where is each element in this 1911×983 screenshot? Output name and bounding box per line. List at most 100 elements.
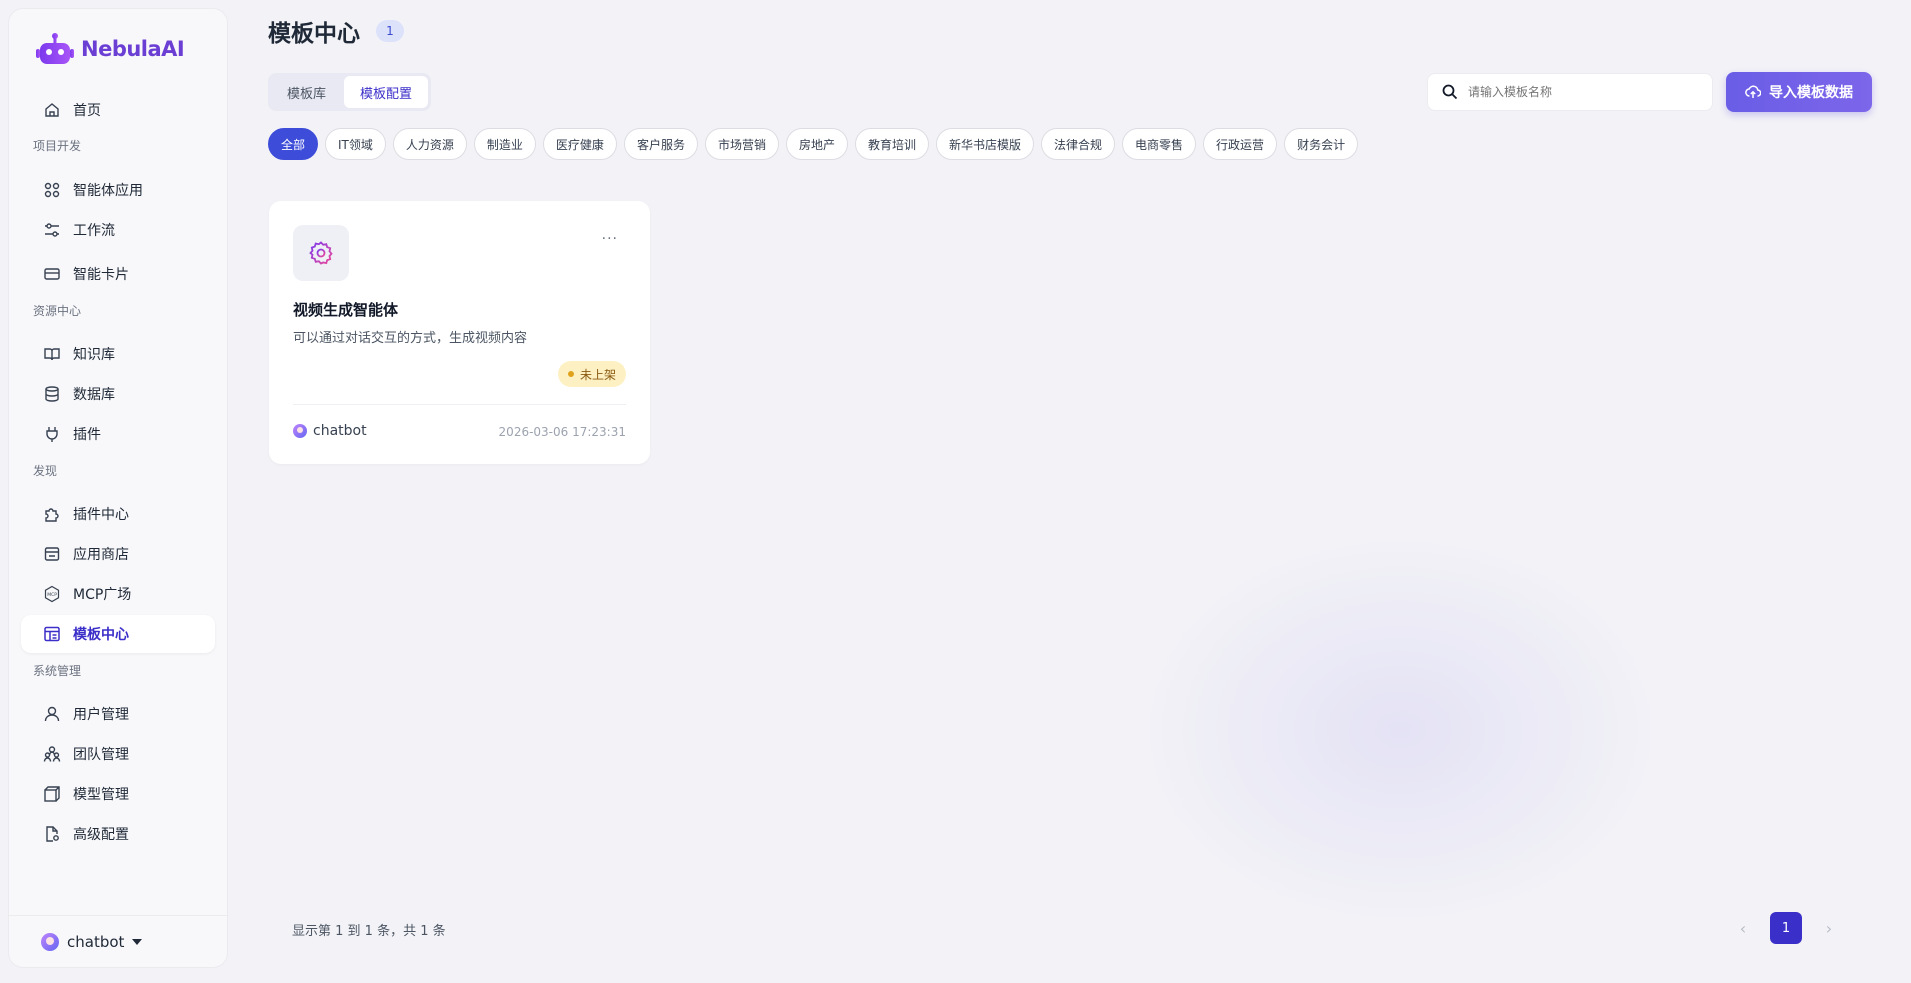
prev-page-icon[interactable]: ‹	[1736, 919, 1750, 938]
cube-icon	[43, 785, 61, 803]
sidebar-item-label: 插件	[73, 427, 101, 443]
import-button[interactable]: 导入模板数据	[1726, 72, 1872, 112]
sidebar-item-plugins[interactable]: 插件	[21, 415, 215, 453]
home-icon	[43, 101, 61, 119]
sidebar-item-plugin-center[interactable]: 插件中心	[21, 495, 215, 533]
sidebar-item-label: 应用商店	[73, 547, 129, 563]
pagination-summary: 显示第 1 到 1 条，共 1 条	[292, 924, 446, 939]
chip-marketing[interactable]: 市场营销	[704, 128, 779, 160]
card-title: 视频生成智能体	[293, 301, 399, 319]
count-badge: 1	[376, 20, 404, 42]
chip-customer-service[interactable]: 客户服务	[623, 128, 698, 160]
grid-icon	[43, 181, 61, 199]
section-label-resources: 资源中心	[33, 304, 82, 318]
sidebar: NebulaAI 首页 项目开发 智能体应用 工作流 智能卡片 资源中心 知识库…	[9, 9, 227, 967]
chip-healthcare[interactable]: 医疗健康	[542, 128, 617, 160]
tab-group: 模板库 模板配置	[268, 73, 432, 111]
brand-logo[interactable]: NebulaAI	[35, 27, 185, 71]
owner-name: chatbot	[313, 423, 367, 439]
tab-template-library[interactable]: 模板库	[271, 76, 342, 108]
card-description: 可以通过对话交互的方式，生成视频内容	[293, 331, 528, 346]
sidebar-item-advanced-config[interactable]: 高级配置	[21, 815, 215, 853]
sidebar-item-model-management[interactable]: 模型管理	[21, 775, 215, 813]
sidebar-item-label: MCP广场	[73, 587, 132, 603]
card-thumbnail	[293, 225, 349, 281]
sidebar-item-label: 插件中心	[73, 507, 129, 523]
template-card[interactable]: ··· 视频生成智能体 可以通过对话交互的方式，生成视频内容 未上架 chatb…	[269, 201, 650, 464]
sidebar-item-smart-cards[interactable]: 智能卡片	[21, 255, 215, 293]
sidebar-item-knowledge[interactable]: 知识库	[21, 335, 215, 373]
chip-all[interactable]: 全部	[268, 128, 319, 160]
puzzle-icon	[43, 505, 61, 523]
sidebar-item-workflow[interactable]: 工作流	[21, 211, 215, 249]
cloud-upload-icon	[1745, 85, 1761, 98]
status-badge: 未上架	[557, 361, 626, 387]
search-icon	[1442, 84, 1458, 100]
sidebar-item-label: 智能体应用	[73, 183, 143, 199]
user-icon	[43, 705, 61, 723]
chip-legal[interactable]: 法律合规	[1041, 128, 1116, 160]
pagination: ‹ 1 ›	[1736, 912, 1836, 944]
chip-real-estate[interactable]: 房地产	[785, 128, 848, 160]
user-name: chatbot	[67, 932, 125, 951]
background-glow	[1120, 520, 1680, 940]
status-dot-icon	[567, 371, 574, 377]
sidebar-item-label: 团队管理	[73, 747, 129, 763]
page-number-button[interactable]: 1	[1770, 912, 1802, 944]
sliders-icon	[43, 221, 61, 239]
chip-admin-ops[interactable]: 行政运营	[1203, 128, 1278, 160]
search-input[interactable]	[1468, 85, 1688, 99]
gear-icon	[309, 241, 333, 265]
import-button-label: 导入模板数据	[1769, 85, 1853, 101]
template-icon	[43, 625, 61, 643]
database-icon	[43, 385, 61, 403]
caret-down-icon	[132, 938, 143, 945]
next-page-icon[interactable]: ›	[1822, 919, 1836, 938]
sidebar-item-label: 用户管理	[73, 707, 129, 723]
chip-it[interactable]: IT领域	[325, 128, 386, 160]
store-icon	[43, 545, 61, 563]
section-label-discover: 发现	[33, 464, 58, 478]
divider	[293, 404, 626, 405]
sidebar-item-label: 高级配置	[73, 827, 129, 843]
section-label-system: 系统管理	[33, 664, 82, 678]
page-title: 模板中心	[268, 21, 360, 47]
chip-finance[interactable]: 财务会计	[1284, 128, 1359, 160]
book-icon	[43, 345, 61, 363]
chip-hr[interactable]: 人力资源	[392, 128, 467, 160]
sidebar-item-label: 模板中心	[73, 627, 129, 643]
sidebar-item-label: 知识库	[73, 347, 115, 363]
plug-icon	[43, 425, 61, 443]
robot-logo-icon	[36, 33, 74, 64]
team-icon	[43, 745, 61, 763]
svg-text:MCP: MCP	[47, 592, 57, 598]
avatar	[41, 932, 59, 951]
sidebar-item-user-management[interactable]: 用户管理	[21, 695, 215, 733]
sidebar-item-app-store[interactable]: 应用商店	[21, 535, 215, 573]
category-filter: 全部 IT领域 人力资源 制造业 医疗健康 客户服务 市场营销 房地产 教育培训…	[268, 128, 1359, 160]
card-owner: chatbot	[293, 423, 367, 439]
chip-manufacturing[interactable]: 制造业	[473, 128, 536, 160]
chip-education[interactable]: 教育培训	[854, 128, 929, 160]
sidebar-item-label: 工作流	[73, 223, 115, 239]
sidebar-item-team-management[interactable]: 团队管理	[21, 735, 215, 773]
sidebar-item-label: 模型管理	[73, 787, 129, 803]
user-menu[interactable]: chatbot	[9, 915, 227, 967]
sidebar-item-label: 首页	[73, 103, 101, 119]
card-icon	[43, 265, 61, 283]
sidebar-item-mcp-square[interactable]: MCP MCP广场	[21, 575, 215, 613]
sidebar-item-template-center[interactable]: 模板中心	[21, 615, 215, 653]
sidebar-item-label: 智能卡片	[73, 267, 129, 283]
more-options-icon[interactable]: ···	[602, 231, 618, 247]
chip-ecommerce[interactable]: 电商零售	[1122, 128, 1197, 160]
mcp-icon: MCP	[43, 585, 61, 603]
search-box	[1427, 73, 1713, 111]
sidebar-item-database[interactable]: 数据库	[21, 375, 215, 413]
tab-template-config[interactable]: 模板配置	[344, 76, 429, 108]
file-gear-icon	[43, 825, 61, 843]
sidebar-item-label: 数据库	[73, 387, 115, 403]
chip-xinhua-bookstore[interactable]: 新华书店模版	[936, 128, 1035, 160]
brand-name: NebulaAI	[81, 37, 185, 61]
sidebar-item-home[interactable]: 首页	[21, 91, 215, 129]
sidebar-item-agent-apps[interactable]: 智能体应用	[21, 171, 215, 209]
